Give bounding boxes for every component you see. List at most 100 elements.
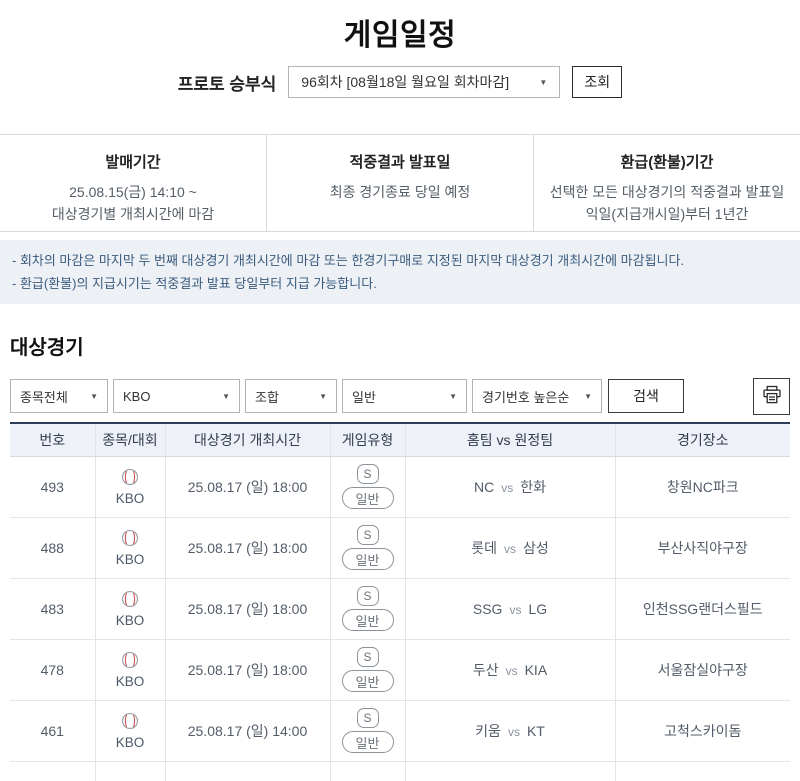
home-team: NC — [474, 478, 495, 495]
home-team: 키움 — [475, 722, 501, 739]
chevron-down-icon: ▼ — [584, 391, 592, 401]
game-type-badge: 일반 — [341, 609, 394, 631]
league-name: KBO — [115, 490, 145, 506]
vs-label: vs — [507, 724, 520, 739]
game-type-badge: 일반 — [341, 731, 394, 753]
combo-filter-value: 조합 — [255, 389, 279, 405]
away-team: LG — [528, 600, 548, 617]
table-row: 461 KBO 25.08.17 (일) 14:00 S 일반 키움 vs KT 고… — [10, 700, 790, 762]
single-game-badge: S — [356, 708, 379, 728]
vs-label: vs — [505, 663, 518, 678]
combo-filter-select[interactable]: 조합 ▼ — [245, 379, 337, 413]
venue-cell: 서울잠실야구장 — [614, 639, 790, 701]
league-cell: KBO — [97, 651, 164, 689]
info-line: 익일(지급개시일)부터 1년간 — [585, 206, 749, 223]
sport-filter-value: 종목전체 — [20, 389, 68, 405]
vs-label: vs — [504, 541, 516, 556]
league-name: KBO — [115, 734, 145, 750]
section-title-target-games: 대상경기 — [10, 337, 84, 359]
sort-filter-value: 경기번호 높은순 — [482, 389, 570, 405]
chevron-down-icon: ▼ — [449, 391, 457, 401]
game-type-badge: 일반 — [341, 548, 394, 570]
notice-line: - 회차의 마감은 마지막 두 번째 대상경기 개최시간에 마감 또는 한경기구… — [12, 253, 685, 268]
teams-cell: 키움 vs KT — [404, 700, 615, 762]
round-select[interactable]: 96회차 [08월18일 월요일 회차마감] ▼ — [288, 66, 561, 98]
column-header-game-type: 게임유형 — [329, 424, 405, 457]
game-type-filter-value: 일반 — [352, 389, 376, 405]
table-row: 488 KBO 25.08.17 (일) 18:00 S 일반 롯데 vs 삼성 부… — [10, 517, 790, 579]
away-team: KT — [526, 722, 545, 739]
venue-cell: 창원NC파크 — [614, 456, 790, 518]
chevron-down-icon: ▼ — [539, 77, 548, 87]
baseball-icon — [121, 468, 139, 489]
teams-cell: SSG vs LG — [404, 578, 615, 640]
info-sale-period: 발매기간 25.08.15(금) 14:10 ~ 대상경기별 개최시간에 마감 — [0, 135, 266, 231]
league-name: KBO — [115, 612, 145, 628]
home-team: 롯데 — [471, 539, 497, 556]
column-header-number: 번호 — [10, 424, 95, 457]
league-cell: KBO — [97, 712, 164, 750]
info-refund-period: 환급(환불)기간 선택한 모든 대상경기의 적중결과 발표일 익일(지급개시일)… — [533, 135, 800, 231]
single-game-badge: S — [356, 525, 379, 545]
teams-cell: NC vs 한화 — [404, 456, 615, 518]
league-cell: KBO — [97, 468, 164, 506]
info-line: 25.08.15(금) 14:10 ~ — [69, 184, 197, 200]
baseball-icon — [121, 590, 139, 611]
single-game-badge: S — [356, 586, 379, 606]
table-row: 483 KBO 25.08.17 (일) 18:00 S 일반 SSG vs LG … — [10, 578, 790, 640]
table-row: 478 KBO 25.08.17 (일) 18:00 S 일반 두산 vs KIA … — [10, 639, 790, 701]
sort-filter-select[interactable]: 경기번호 높은순 ▼ — [472, 379, 602, 413]
chevron-down-icon: ▼ — [90, 391, 98, 401]
venue-cell: 부산사직야구장 — [614, 517, 790, 579]
game-schedule-table: 번호 종목/대회 대상경기 개최시간 게임유형 홈팀 vs 원정팀 경기장소 4… — [10, 422, 790, 781]
league-filter-value: KBO — [123, 388, 151, 404]
column-header-teams: 홈팀 vs 원정팀 — [404, 424, 615, 457]
away-team: 삼성 — [523, 539, 549, 556]
round-select-value: 96회차 [08월18일 월요일 회차마감] — [301, 74, 510, 90]
league-cell: KBO — [97, 590, 164, 628]
game-time: 25.08.17 (일) 18:00 — [164, 639, 330, 701]
game-type-cell: S 일반 — [332, 525, 404, 570]
proto-type-label: 프로토 승부식 — [177, 74, 277, 94]
away-team: KIA — [524, 661, 548, 678]
table-row-partial — [10, 761, 790, 781]
game-type-filter-select[interactable]: 일반 ▼ — [342, 379, 467, 413]
table-header-row: 번호 종목/대회 대상경기 개최시간 게임유형 홈팀 vs 원정팀 경기장소 — [10, 424, 790, 457]
game-time: 25.08.17 (일) 18:00 — [164, 456, 330, 518]
game-time: 25.08.17 (일) 18:00 — [164, 517, 330, 579]
single-game-badge: S — [356, 647, 379, 667]
home-team: SSG — [472, 600, 503, 617]
sport-filter-select[interactable]: 종목전체 ▼ — [10, 379, 108, 413]
game-number: 461 — [10, 700, 95, 762]
search-button[interactable]: 검색 — [608, 379, 684, 413]
info-result-date: 적중결과 발표일 최종 경기종료 당일 예정 — [266, 135, 533, 231]
notice-line: - 환급(환불)의 지급시기는 적중결과 발표 당일부터 지급 가능합니다. — [12, 275, 377, 291]
table-row: 493 KBO 25.08.17 (일) 18:00 S 일반 NC vs 한화 창… — [10, 456, 790, 518]
column-header-venue: 경기장소 — [614, 424, 790, 457]
game-number: 478 — [10, 639, 95, 701]
vs-label: vs — [501, 480, 514, 495]
print-button[interactable] — [753, 377, 790, 415]
info-title: 적중결과 발표일 — [349, 154, 451, 171]
info-title: 환급(환불)기간 — [620, 154, 714, 171]
baseball-icon — [121, 712, 139, 733]
round-info-panel: 발매기간 25.08.15(금) 14:10 ~ 대상경기별 개최시간에 마감 … — [0, 134, 800, 232]
info-title: 발매기간 — [105, 154, 161, 171]
away-team: 한화 — [520, 478, 546, 495]
game-type-cell: S 일반 — [332, 464, 404, 509]
inquiry-button[interactable]: 조회 — [572, 66, 623, 98]
page-title: 게임일정 — [343, 19, 457, 52]
teams-cell: 롯데 vs 삼성 — [404, 517, 615, 579]
filter-bar: 종목전체 ▼ KBO ▼ 조합 ▼ 일반 ▼ 경기번호 높은순 ▼ 검색 — [0, 377, 800, 415]
printer-icon — [762, 385, 782, 408]
game-type-cell: S 일반 — [332, 647, 404, 692]
league-filter-select[interactable]: KBO ▼ — [113, 379, 240, 413]
game-type-cell: S 일반 — [332, 586, 404, 631]
game-type-badge: 일반 — [341, 487, 394, 509]
info-line: 대상경기별 개최시간에 마감 — [51, 206, 215, 223]
game-number: 493 — [10, 456, 95, 518]
game-time: 25.08.17 (일) 18:00 — [164, 578, 330, 640]
venue-cell: 인천SSG랜더스필드 — [614, 578, 790, 640]
venue-cell: 고척스카이돔 — [614, 700, 790, 762]
game-number: 483 — [10, 578, 95, 640]
